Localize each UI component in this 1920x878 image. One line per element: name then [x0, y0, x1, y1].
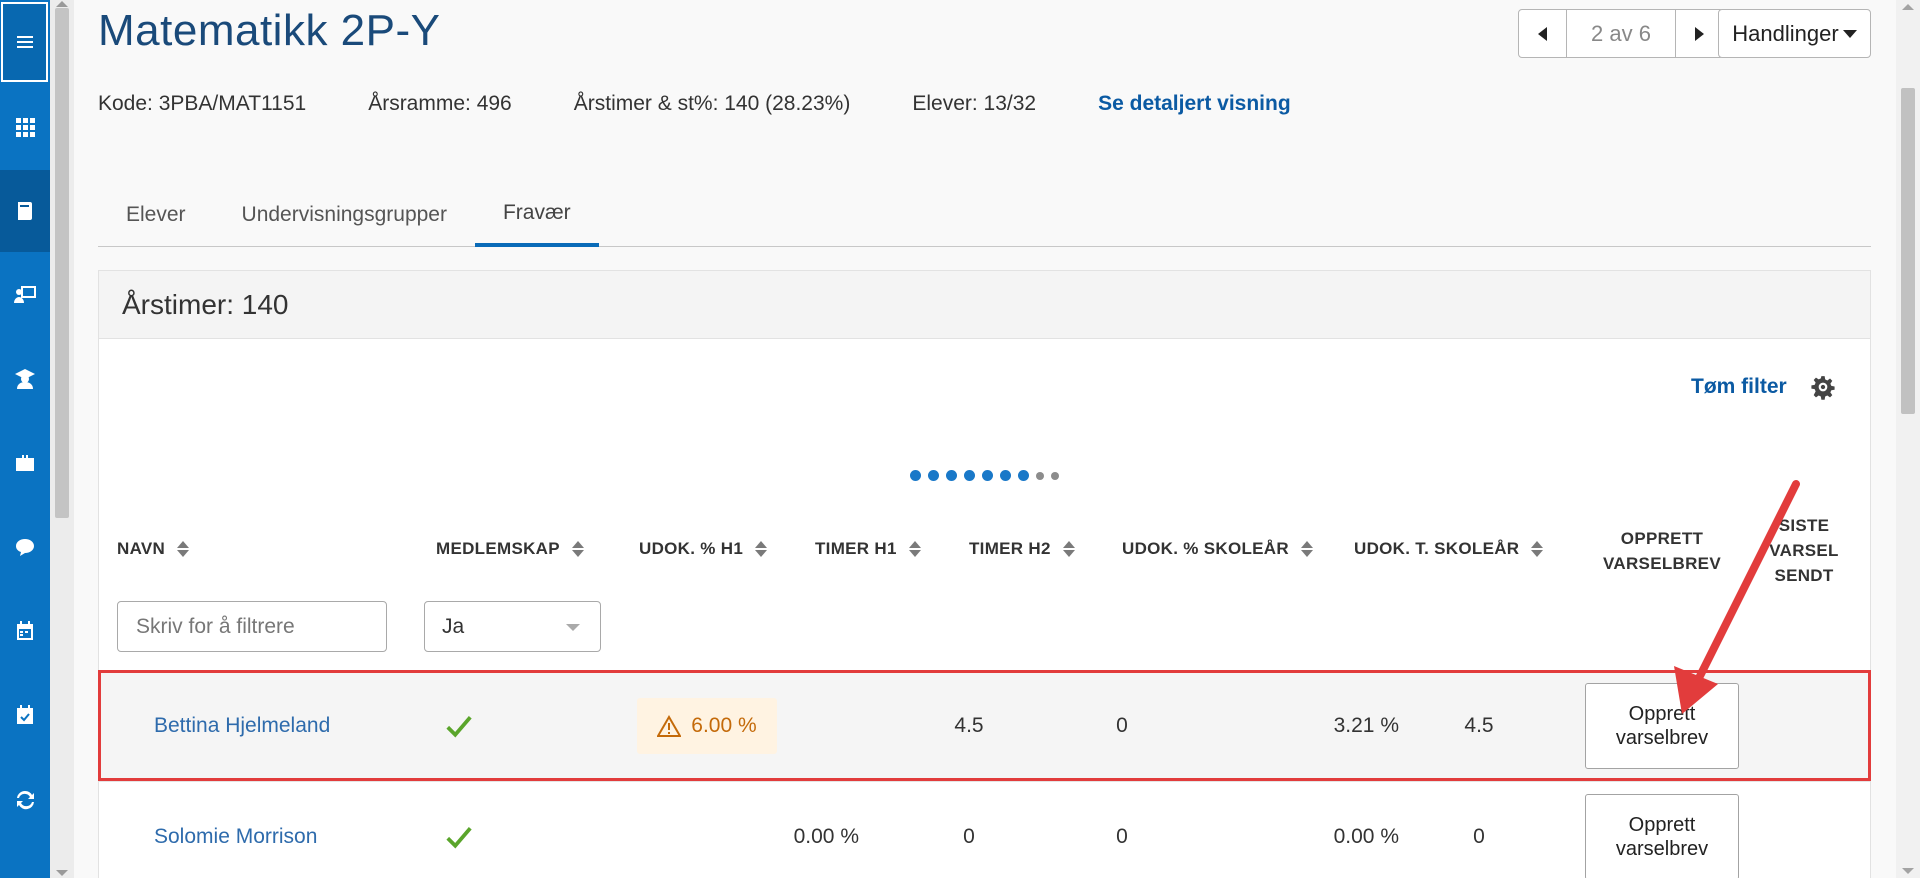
tab-bar: Elever Undervisningsgrupper Fravær: [98, 183, 1871, 247]
create-warning-letter-button[interactable]: Opprett varselbrev: [1585, 794, 1739, 878]
scroll-up-arrow-icon[interactable]: [56, 1, 68, 7]
previous-button[interactable]: [1519, 10, 1566, 57]
page-dot[interactable]: [946, 470, 957, 481]
timer-h1-value: 0: [963, 825, 975, 848]
sort-icon: [1300, 541, 1313, 557]
gear-icon[interactable]: [1810, 374, 1836, 400]
column-label: UDOK. % SKOLEÅR: [1122, 539, 1289, 558]
column-header-timer-h2[interactable]: TIMER H2: [969, 539, 1075, 559]
sort-icon: [571, 541, 584, 557]
button-label: varselbrev: [1615, 838, 1709, 860]
student-icon[interactable]: [0, 338, 50, 420]
sort-icon: [1531, 541, 1544, 557]
page-dot[interactable]: [1051, 472, 1059, 480]
menu-icon[interactable]: [1, 2, 48, 82]
calendar-check-icon[interactable]: [0, 674, 50, 756]
sort-icon: [1062, 541, 1075, 557]
absence-panel: Årstimer: 140 Tøm filter NAVN MEDLEMSKAP…: [98, 270, 1871, 878]
caret-down-icon: [566, 624, 580, 631]
button-label: Opprett: [1628, 814, 1696, 836]
side-navigation: [0, 0, 50, 878]
caret-down-icon: [1842, 29, 1857, 38]
sort-icon: [908, 541, 921, 557]
scroll-down-arrow-icon[interactable]: [56, 870, 68, 876]
column-header-timer-h1[interactable]: TIMER H1: [815, 539, 921, 559]
scrollbar-thumb[interactable]: [55, 8, 69, 518]
left-scrollbar[interactable]: [50, 0, 74, 878]
udok-skolear-value: 0.00 %: [1333, 825, 1399, 848]
column-label: TIMER H2: [969, 539, 1051, 558]
membership-filter-select[interactable]: Ja: [424, 601, 601, 652]
tab-fravaer[interactable]: Fravær: [474, 183, 599, 247]
pager-position: 2 av 6: [1566, 10, 1676, 57]
course-year-frame: Årsramme: 496: [368, 92, 512, 115]
scrollbar-thumb[interactable]: [1901, 88, 1915, 414]
annotation-arrow-icon: [1674, 480, 1800, 714]
calendar-icon[interactable]: [0, 590, 50, 672]
sync-icon[interactable]: [0, 758, 50, 840]
panel-title: Årstimer: 140: [99, 271, 1870, 339]
udok-t-skolear-value: 0: [1473, 825, 1485, 848]
highlight-annotation: [98, 670, 1871, 781]
course-students: Elever: 13/32: [912, 92, 1037, 115]
column-header-navn[interactable]: NAVN: [117, 539, 190, 559]
column-header-udok-h1[interactable]: UDOK. % H1: [639, 539, 768, 559]
column-label: MEDLEMSKAP: [436, 539, 560, 558]
page-dot[interactable]: [964, 470, 975, 481]
sort-icon: [177, 541, 190, 557]
scroll-down-arrow-icon[interactable]: [1902, 868, 1914, 874]
tab-elever[interactable]: Elever: [98, 183, 214, 247]
next-button[interactable]: [1676, 10, 1723, 57]
page-dot[interactable]: [928, 470, 939, 481]
column-header-udok-skolear[interactable]: UDOK. % SKOLEÅR: [1122, 539, 1313, 559]
chat-icon[interactable]: [0, 506, 50, 588]
course-meta: Kode: 3PBA/MAT1151 Årsramme: 496 Årstime…: [98, 92, 1353, 116]
book-icon[interactable]: [0, 170, 50, 252]
scroll-up-arrow-icon[interactable]: [1902, 4, 1914, 10]
udok-h1-value: 0.00 %: [793, 825, 859, 848]
checkmark-icon: [444, 782, 474, 878]
sort-icon: [755, 541, 768, 557]
column-pager-dots[interactable]: [910, 470, 1059, 481]
chevron-right-icon: [1695, 26, 1704, 41]
page-title: Matematikk 2P-Y: [98, 6, 441, 55]
page-dot[interactable]: [1018, 470, 1029, 481]
page-dot[interactable]: [910, 470, 921, 481]
detail-view-link[interactable]: Se detaljert visning: [1098, 92, 1291, 116]
apps-grid-icon[interactable]: [0, 86, 50, 168]
membership-filter-value: Ja: [442, 614, 465, 638]
tab-undervisningsgrupper[interactable]: Undervisningsgrupper: [214, 183, 475, 247]
column-label: TIMER H1: [815, 539, 897, 558]
page-dot[interactable]: [982, 470, 993, 481]
column-header-udok-t-skolear[interactable]: UDOK. T. SKOLEÅR: [1354, 539, 1544, 559]
actions-label: Handlinger: [1732, 20, 1839, 46]
name-filter-input[interactable]: Skriv for å filtrere: [117, 601, 387, 652]
column-label: UDOK. T. SKOLEÅR: [1354, 539, 1520, 558]
briefcase-icon[interactable]: [0, 422, 50, 504]
clear-filter-link[interactable]: Tøm filter: [1691, 375, 1787, 399]
table-row: Solomie Morrison 0.00 % 0 0 0.00 % 0 Opp…: [99, 781, 1870, 878]
course-year-hours: Årstimer & st%: 140 (28.23%): [573, 92, 851, 115]
chevron-left-icon: [1538, 26, 1547, 41]
teacher-board-icon[interactable]: [0, 254, 50, 336]
column-header-medlemskap[interactable]: MEDLEMSKAP: [436, 539, 584, 559]
column-label: UDOK. % H1: [639, 539, 744, 558]
page-dot[interactable]: [1036, 472, 1044, 480]
right-scrollbar[interactable]: [1896, 0, 1920, 878]
record-pager: 2 av 6: [1518, 9, 1724, 58]
column-label: NAVN: [117, 539, 166, 558]
actions-dropdown-button[interactable]: Handlinger: [1718, 9, 1871, 58]
student-name-link[interactable]: Solomie Morrison: [154, 782, 317, 878]
page-dot[interactable]: [1000, 470, 1011, 481]
course-code: Kode: 3PBA/MAT1151: [98, 92, 307, 115]
timer-h2-value: 0: [1116, 825, 1128, 848]
